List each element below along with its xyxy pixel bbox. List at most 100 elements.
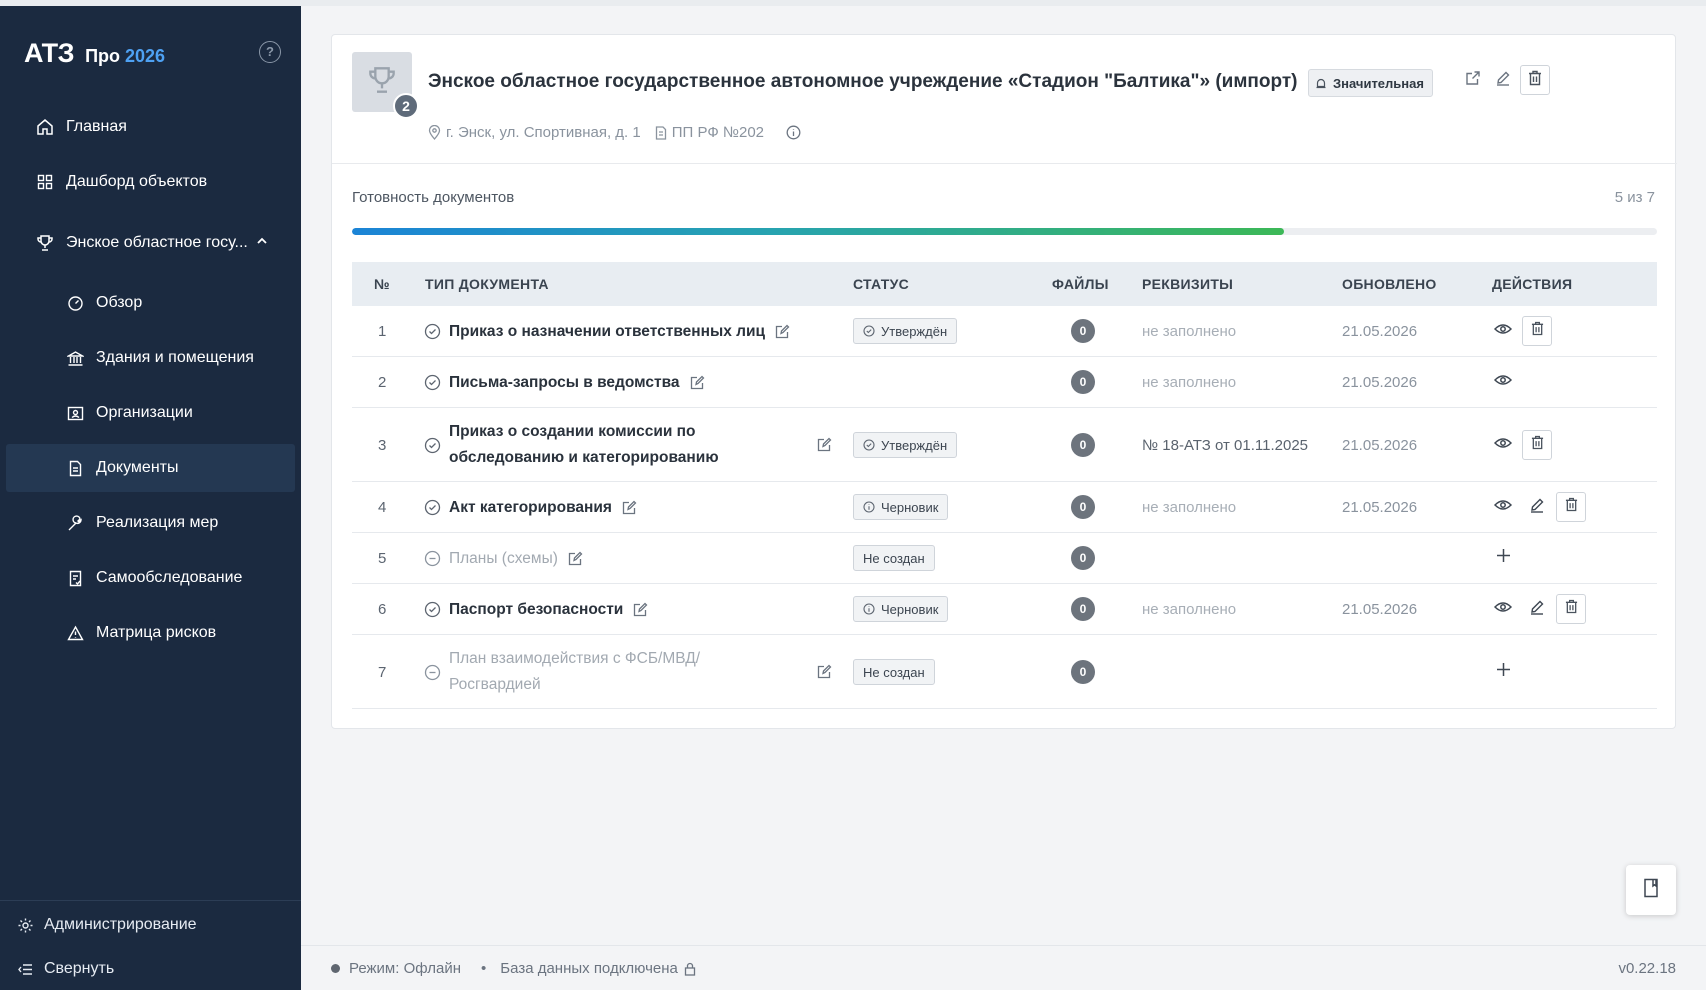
edit-doc-icon[interactable] (690, 375, 705, 390)
sidebar-item-risk-matrix[interactable]: Матрица рисков (6, 609, 295, 657)
doc-name[interactable]: План взаимодействия с ФСБ/МВД/ Росгварди… (449, 646, 809, 698)
files-count[interactable]: 0 (1071, 546, 1095, 570)
row-number: 3 (378, 436, 387, 454)
sidebar-item-documents[interactable]: Документы (6, 444, 295, 492)
view-button[interactable] (1488, 316, 1518, 346)
sidebar-top-edge (0, 0, 301, 6)
brand[interactable]: АТЗ Про 2026 (24, 38, 165, 69)
edit-doc-icon[interactable] (568, 551, 583, 566)
status-badge: Утверждён (853, 318, 958, 344)
view-button[interactable] (1488, 492, 1518, 522)
doc-name[interactable]: Приказ о создании комиссии по обследован… (449, 419, 809, 471)
view-button[interactable] (1488, 367, 1518, 397)
sidebar-item-label: Матрица рисков (96, 624, 217, 641)
edit-doc-icon[interactable] (775, 324, 790, 339)
version-label: v0.22.18 (1618, 960, 1676, 977)
delete-button[interactable] (1522, 316, 1552, 346)
object-meta: г. Энск, ул. Спортивная, д. 1 ПП РФ №202 (428, 124, 806, 141)
main-top-edge (301, 0, 1706, 6)
files-cell: 0 (1071, 495, 1095, 519)
status-cell: Черновик (853, 596, 949, 622)
delete-object-button[interactable] (1520, 65, 1550, 95)
files-count[interactable]: 0 (1071, 319, 1095, 343)
help-icon[interactable]: ? (259, 41, 281, 63)
sidebar-item-measures[interactable]: Реализация мер (6, 499, 295, 547)
files-count[interactable]: 0 (1071, 660, 1095, 684)
edit-doc-icon[interactable] (817, 437, 832, 452)
files-count[interactable]: 0 (1071, 433, 1095, 457)
delete-button[interactable] (1556, 492, 1586, 522)
open-external-button[interactable] (1458, 65, 1488, 95)
table-row: 7 План взаимодействия с ФСБ/МВД/ Росгвар… (352, 635, 1657, 709)
table-row: 2 Письма-запросы в ведомства 0 не заполн… (352, 357, 1657, 408)
doc-name[interactable]: Планы (схемы) (449, 546, 558, 572)
check-circle-icon (863, 325, 875, 337)
status-badge: Черновик (853, 596, 949, 622)
files-count[interactable]: 0 (1071, 495, 1095, 519)
edit-button[interactable] (1522, 594, 1552, 624)
sidebar-item-admin[interactable]: Администрирование (14, 914, 197, 936)
view-button[interactable] (1488, 430, 1518, 460)
trash-icon (1565, 599, 1578, 619)
brand-year: 2026 (125, 46, 166, 66)
status-badge: Утверждён (853, 432, 958, 458)
sidebar-item-home[interactable]: Главная (6, 103, 295, 151)
db-status-label: База данных подключена (500, 960, 678, 977)
sidebar-item-label: Главная (66, 118, 127, 135)
table-row: 5 Планы (схемы) Не создан 0 (352, 533, 1657, 584)
external-link-icon (1465, 70, 1481, 91)
lock-icon (684, 962, 696, 976)
status-badge: Не создан (853, 659, 935, 685)
edit-doc-icon[interactable] (817, 664, 832, 679)
doc-name[interactable]: Паспорт безопасности (449, 597, 623, 623)
offline-dot-icon (331, 964, 340, 973)
pencil-icon (1529, 599, 1545, 620)
doc-name-line: Росгвардией (449, 676, 541, 693)
bank-icon (64, 347, 86, 369)
edit-button[interactable] (1522, 492, 1552, 522)
sidebar-item-buildings[interactable]: Здания и помещения (6, 334, 295, 382)
files-count[interactable]: 0 (1071, 597, 1095, 621)
trophy-icon (367, 65, 397, 100)
doc-name[interactable]: Приказ о назначении ответственных лиц (449, 319, 765, 345)
row-number: 2 (378, 374, 387, 391)
files-count[interactable]: 0 (1071, 370, 1095, 394)
object-title: Энское областное государственное автоном… (428, 71, 1298, 92)
check-circle-icon (424, 323, 441, 340)
check-circle-icon (863, 439, 875, 451)
view-button[interactable] (1488, 594, 1518, 624)
actions-cell (1488, 367, 1518, 397)
sidebar-item-self-inspection[interactable]: Самообследование (6, 554, 295, 602)
sidebar-item-overview[interactable]: Обзор (6, 279, 295, 327)
edit-object-button[interactable] (1488, 65, 1518, 95)
info-icon[interactable] (786, 125, 801, 140)
sidebar-item-object[interactable]: Энское областное госу... (6, 219, 295, 267)
sidebar-item-dashboard[interactable]: Дашборд объектов (6, 158, 295, 206)
updated-cell: 21.05.2026 (1342, 374, 1418, 391)
sidebar-item-organizations[interactable]: Организации (6, 389, 295, 437)
doc-name[interactable]: Письма-запросы в ведомства (449, 370, 680, 396)
trash-icon (1531, 321, 1544, 341)
notes-floating-button[interactable] (1626, 865, 1676, 915)
plus-icon (1496, 662, 1511, 682)
progress-fill (352, 228, 1284, 235)
chevron-up-icon[interactable] (255, 234, 269, 253)
doc-name[interactable]: Акт категорирования (449, 495, 612, 521)
trophy-icon (34, 232, 56, 254)
sidebar-item-label: Дашборд объектов (66, 173, 208, 190)
create-button[interactable] (1488, 657, 1518, 687)
table-header: № ТИП ДОКУМЕНТА СТАТУС ФАЙЛЫ РЕКВИЗИТЫ О… (352, 262, 1657, 306)
readiness-count: 5 из 7 (1614, 189, 1655, 206)
sidebar-collapse-button[interactable]: Свернуть (14, 958, 114, 980)
delete-button[interactable] (1522, 430, 1552, 460)
sidebar-item-label: Реализация мер (96, 514, 219, 531)
table-row: 3 Приказ о создании комиссии по обследов… (352, 408, 1657, 482)
trash-icon (1531, 435, 1544, 455)
doc-type-cell: Планы (схемы) (424, 533, 583, 584)
status-label: Черновик (881, 499, 939, 515)
delete-button[interactable] (1556, 594, 1586, 624)
edit-doc-icon[interactable] (633, 602, 648, 617)
col-header-updated: ОБНОВЛЕНО (1342, 276, 1437, 292)
edit-doc-icon[interactable] (622, 500, 637, 515)
create-button[interactable] (1488, 543, 1518, 573)
